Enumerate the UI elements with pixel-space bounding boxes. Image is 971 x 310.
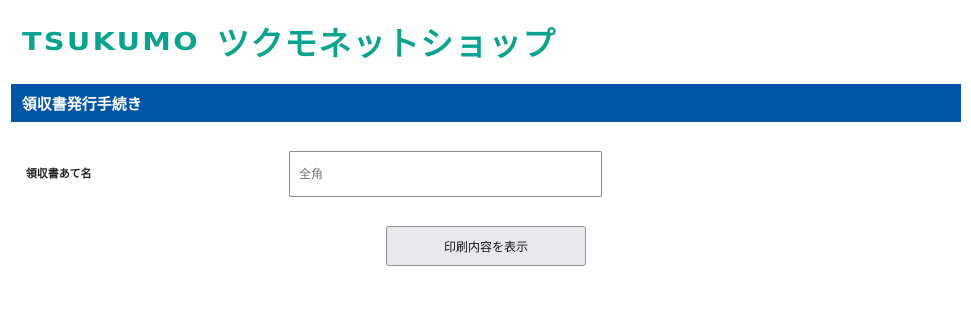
tsukumo-logo[interactable]: TSUKUMO ツクモネットショップ (22, 18, 557, 64)
logo-wordmark-jp: ツクモネットショップ (216, 24, 557, 63)
section-title: 領収書発行手続き (22, 94, 143, 113)
show-print-content-button[interactable]: 印刷内容を表示 (386, 226, 586, 266)
recipient-name-label: 領収書あて名 (26, 167, 92, 180)
section-header: 領収書発行手続き (11, 84, 961, 122)
site-header: TSUKUMO ツクモネットショップ (0, 0, 971, 84)
recipient-name-input[interactable] (289, 151, 602, 197)
logo-wordmark-en: TSUKUMO (22, 26, 200, 56)
